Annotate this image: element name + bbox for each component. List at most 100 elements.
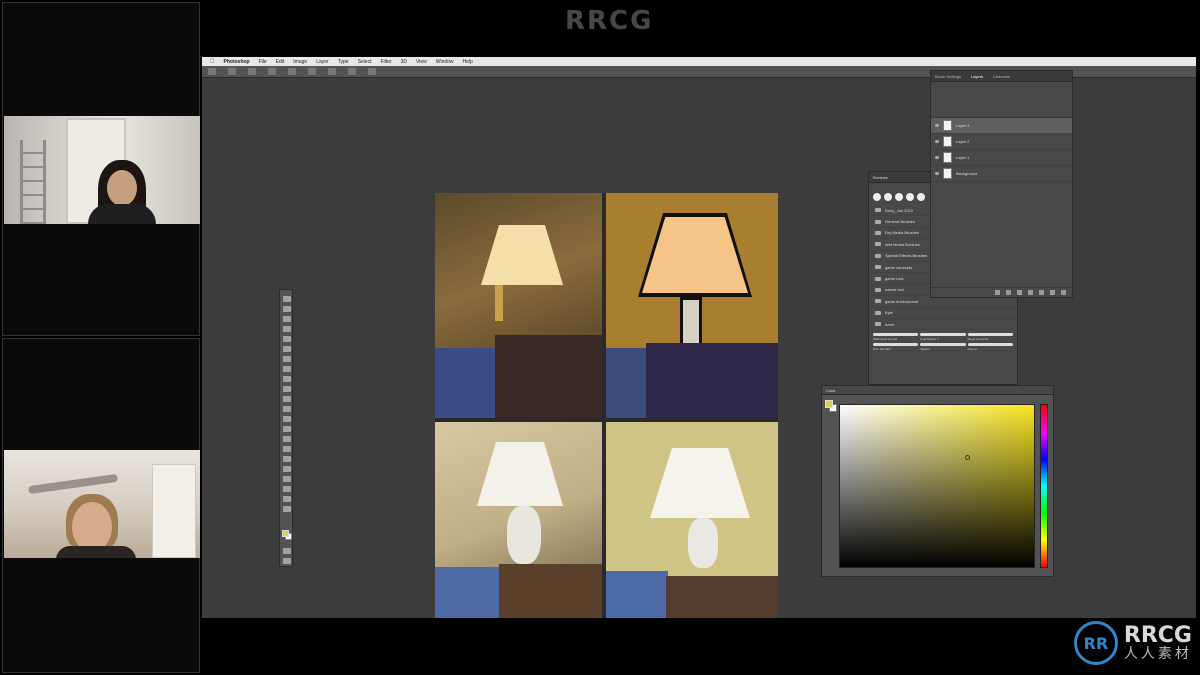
brush-folder[interactable]: Kyle bbox=[869, 308, 1017, 319]
brush-stroke-preset[interactable]: Watercolor Round bbox=[873, 333, 919, 341]
hue-slider[interactable] bbox=[1040, 404, 1048, 568]
menu-help[interactable]: Help bbox=[463, 59, 473, 65]
trash-icon[interactable] bbox=[1061, 290, 1066, 295]
shape-tool-icon[interactable] bbox=[283, 476, 291, 482]
saturation-value-field[interactable] bbox=[839, 404, 1035, 568]
apple-icon[interactable]:  bbox=[210, 59, 215, 65]
opacity-icon[interactable] bbox=[288, 68, 296, 75]
eye-icon[interactable] bbox=[935, 156, 939, 159]
layer-name: Layer 1 bbox=[956, 155, 970, 160]
menu-window[interactable]: Window bbox=[436, 59, 454, 65]
flow-icon[interactable] bbox=[308, 68, 316, 75]
lamp-shade bbox=[477, 442, 563, 506]
marquee-tool-icon[interactable] bbox=[283, 306, 291, 312]
crop-tool-icon[interactable] bbox=[283, 336, 291, 342]
stamp-tool-icon[interactable] bbox=[283, 386, 291, 392]
brush-preset[interactable] bbox=[895, 193, 903, 201]
fx-icon[interactable] bbox=[1006, 290, 1011, 295]
lamp-shade bbox=[642, 217, 748, 293]
tab-channels[interactable]: Channels bbox=[993, 74, 1010, 79]
lamp-base bbox=[688, 518, 718, 568]
brush-folder[interactable]: Anne bbox=[869, 319, 1017, 331]
layer-row[interactable]: Layer 2 bbox=[931, 134, 1072, 150]
brush-stroke-preset[interactable]: Kyle Sampler bbox=[873, 343, 919, 351]
eyedropper-tool-icon[interactable] bbox=[283, 356, 291, 362]
folder-icon bbox=[875, 322, 881, 327]
lamp-base bbox=[680, 297, 702, 347]
more-tools-icon[interactable] bbox=[283, 506, 291, 512]
brush-stroke-preset[interactable]: Spatter bbox=[920, 343, 966, 351]
adjustment-icon[interactable] bbox=[1028, 290, 1033, 295]
symmetry-icon[interactable] bbox=[368, 68, 376, 75]
blur-tool-icon[interactable] bbox=[283, 426, 291, 432]
document-canvas[interactable] bbox=[435, 193, 778, 618]
eye-icon[interactable] bbox=[935, 172, 939, 175]
layer-row[interactable]: Layer 3 bbox=[931, 118, 1072, 134]
menu-layer[interactable]: Layer bbox=[316, 59, 329, 65]
hand-tool-icon[interactable] bbox=[283, 486, 291, 492]
zoom-tool-icon[interactable] bbox=[283, 496, 291, 502]
lasso-tool-icon[interactable] bbox=[283, 316, 291, 322]
home-icon[interactable] bbox=[208, 68, 216, 75]
menu-type[interactable]: Type bbox=[338, 59, 349, 65]
menu-edit[interactable]: Edit bbox=[276, 59, 285, 65]
brush-preset[interactable] bbox=[917, 193, 925, 201]
brush-preset[interactable] bbox=[884, 193, 892, 201]
layer-row[interactable]: Layer 1 bbox=[931, 150, 1072, 166]
site-logo: RR RRCG 人人素材 bbox=[1073, 621, 1192, 665]
menu-select[interactable]: Select bbox=[358, 59, 372, 65]
menu-3d[interactable]: 3D bbox=[401, 59, 407, 65]
menu-filter[interactable]: Filter bbox=[380, 59, 391, 65]
eraser-tool-icon[interactable] bbox=[283, 406, 291, 412]
person-face bbox=[72, 502, 112, 552]
brush-strokes-grid: Watercolor Round Kyle Marker 1 Mega Goua… bbox=[869, 330, 1017, 354]
move-tool-icon[interactable] bbox=[283, 296, 291, 302]
healing-tool-icon[interactable] bbox=[283, 366, 291, 372]
tab-layers[interactable]: Layers bbox=[971, 74, 983, 79]
layer-row[interactable]: Background bbox=[931, 166, 1072, 182]
foreground-color-swatch[interactable] bbox=[825, 400, 833, 408]
brush-tool-icon[interactable] bbox=[228, 68, 236, 75]
group-icon[interactable] bbox=[1039, 290, 1044, 295]
folder-icon bbox=[875, 253, 881, 258]
pen-tool-icon[interactable] bbox=[283, 446, 291, 452]
eye-icon[interactable] bbox=[935, 140, 939, 143]
path-select-tool-icon[interactable] bbox=[283, 466, 291, 472]
new-layer-icon[interactable] bbox=[1050, 290, 1055, 295]
menu-image[interactable]: Image bbox=[293, 59, 307, 65]
nightstand bbox=[646, 343, 778, 418]
angle-icon[interactable] bbox=[348, 68, 356, 75]
foreground-color-swatch[interactable] bbox=[282, 530, 289, 537]
eye-icon[interactable] bbox=[935, 124, 939, 127]
menu-app-name[interactable]: Photoshop bbox=[224, 59, 250, 65]
dodge-tool-icon[interactable] bbox=[283, 436, 291, 442]
type-tool-icon[interactable] bbox=[283, 456, 291, 462]
brush-folder-label: Wet Media Brushes bbox=[885, 241, 920, 247]
menu-view[interactable]: View bbox=[416, 59, 427, 65]
brush-preset[interactable] bbox=[906, 193, 914, 201]
tab-brush-settings[interactable]: Brush Settings bbox=[935, 74, 961, 79]
participant-tile[interactable] bbox=[2, 338, 200, 673]
mode-icon[interactable] bbox=[268, 68, 276, 75]
brush-stroke-preset[interactable]: Mega Gouache bbox=[967, 333, 1013, 341]
mask-icon[interactable] bbox=[1017, 290, 1022, 295]
folder-icon bbox=[875, 276, 881, 281]
brush-stroke-preset[interactable]: Round bbox=[967, 343, 1013, 351]
brush-stroke-preset[interactable]: Kyle Marker 1 bbox=[920, 333, 966, 341]
frame-tool-icon[interactable] bbox=[283, 346, 291, 352]
quick-select-tool-icon[interactable] bbox=[283, 326, 291, 332]
participant-tile[interactable] bbox=[2, 2, 200, 336]
menu-file[interactable]: File bbox=[259, 59, 267, 65]
color-panel-title[interactable]: Color bbox=[822, 386, 1053, 395]
gradient-tool-icon[interactable] bbox=[283, 416, 291, 422]
link-layers-icon[interactable] bbox=[995, 290, 1000, 295]
brush-preset[interactable] bbox=[873, 193, 881, 201]
history-brush-tool-icon[interactable] bbox=[283, 396, 291, 402]
brush-preset-icon[interactable] bbox=[248, 68, 256, 75]
brush-tool-icon[interactable] bbox=[283, 376, 291, 382]
quick-mask-icon[interactable] bbox=[283, 548, 291, 554]
screen-mode-icon[interactable] bbox=[283, 558, 291, 564]
color-picker-cursor[interactable] bbox=[965, 455, 970, 460]
smoothing-icon[interactable] bbox=[328, 68, 336, 75]
brush-folder-label: Anne bbox=[885, 321, 895, 327]
